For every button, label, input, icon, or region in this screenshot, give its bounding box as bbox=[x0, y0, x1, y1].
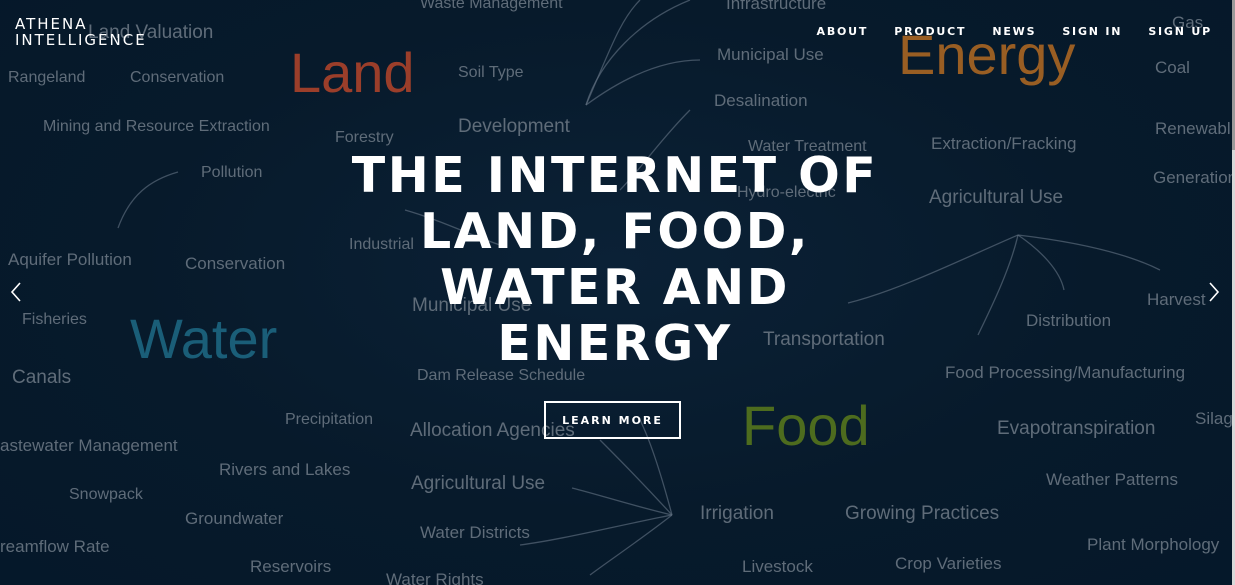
learn-more-button[interactable]: LEARN MORE bbox=[544, 401, 681, 439]
headline-line-1: THE INTERNET OF bbox=[351, 147, 879, 204]
connector-line bbox=[117, 171, 179, 229]
term: Conservation bbox=[185, 254, 286, 273]
hero-headline: THE INTERNET OF LAND, FOOD, WATER AND EN… bbox=[300, 148, 930, 372]
term: Weather Patterns bbox=[1046, 470, 1178, 489]
term: Evapotranspiration bbox=[997, 418, 1156, 439]
term: Snowpack bbox=[69, 486, 143, 503]
nav-sign-up[interactable]: SIGN UP bbox=[1148, 25, 1212, 38]
headline-line-2: LAND, FOOD, bbox=[419, 203, 811, 260]
term: Water Rights bbox=[386, 570, 484, 585]
connector-line bbox=[585, 0, 641, 106]
headline-line-3: WATER AND bbox=[440, 259, 790, 316]
carousel-prev-button[interactable] bbox=[7, 280, 27, 304]
term: Irrigation bbox=[700, 503, 774, 524]
term: Rangeland bbox=[8, 69, 86, 86]
term: Livestock bbox=[742, 557, 813, 576]
term: Municipal Use bbox=[717, 45, 824, 64]
term: Canals bbox=[12, 367, 72, 388]
term: Reservoirs bbox=[250, 557, 332, 576]
term: Extraction/Fracking bbox=[931, 134, 1077, 153]
term: Generation bbox=[1153, 168, 1232, 187]
connector-line bbox=[585, 0, 691, 106]
logo-line-1: ATHENA bbox=[15, 15, 88, 33]
term: astewater Management bbox=[0, 436, 178, 455]
carousel-next-button[interactable] bbox=[1204, 280, 1224, 304]
term: Silag bbox=[1195, 409, 1232, 428]
nav-sign-in[interactable]: SIGN IN bbox=[1062, 25, 1122, 38]
term: Rivers and Lakes bbox=[219, 460, 351, 479]
term: Harvest bbox=[1147, 290, 1206, 309]
topic-water: Water bbox=[130, 307, 278, 370]
nav-product[interactable]: PRODUCT bbox=[894, 25, 966, 38]
headline-line-4: ENERGY bbox=[497, 315, 733, 372]
chevron-right-icon bbox=[1209, 282, 1220, 302]
term: Water Districts bbox=[420, 523, 530, 542]
term: Forestry bbox=[335, 129, 394, 146]
term: Agricultural Use bbox=[929, 187, 1064, 208]
term: Coal bbox=[1155, 58, 1190, 77]
nav-about[interactable]: ABOUT bbox=[817, 25, 869, 38]
topic-land: Land bbox=[290, 41, 415, 104]
term: Aquifer Pollution bbox=[8, 250, 132, 269]
connector-line bbox=[571, 487, 673, 516]
term: Pollution bbox=[201, 164, 263, 181]
term: Distribution bbox=[1026, 311, 1112, 330]
brand-logo[interactable]: ATHENA INTELLIGENCE bbox=[15, 16, 147, 48]
term: Development bbox=[458, 116, 570, 137]
term: Fisheries bbox=[22, 311, 87, 328]
term: Agricultural Use bbox=[411, 473, 546, 494]
term: Mining and Resource Extraction bbox=[43, 118, 270, 135]
connector-line bbox=[585, 59, 701, 106]
connector-line bbox=[1017, 234, 1065, 291]
term: Conservation bbox=[130, 69, 225, 86]
topic-food: Food bbox=[742, 394, 870, 457]
term: Groundwater bbox=[185, 509, 284, 528]
term: Food Processing/Manufacturing bbox=[945, 363, 1186, 382]
logo-line-2: INTELLIGENCE bbox=[15, 31, 147, 49]
term: Growing Practices bbox=[845, 503, 1000, 524]
term: Desalination bbox=[714, 91, 808, 110]
term: Plant Morphology bbox=[1087, 535, 1220, 554]
term: Soil Type bbox=[458, 64, 524, 81]
nav-news[interactable]: NEWS bbox=[992, 25, 1036, 38]
term: Crop Varieties bbox=[895, 554, 1002, 573]
connector-line bbox=[519, 514, 673, 546]
chevron-left-icon bbox=[10, 282, 21, 302]
term: Precipitation bbox=[285, 411, 374, 428]
term: reamflow Rate bbox=[0, 537, 110, 556]
term: Infrastructure bbox=[726, 0, 827, 13]
term: Waste Management bbox=[420, 0, 563, 12]
hero-section: Land Energy Water Food Land Valuation Wa… bbox=[0, 0, 1232, 585]
term: Renewabl bbox=[1155, 119, 1231, 138]
top-nav: ABOUT PRODUCT NEWS SIGN IN SIGN UP bbox=[817, 25, 1212, 38]
